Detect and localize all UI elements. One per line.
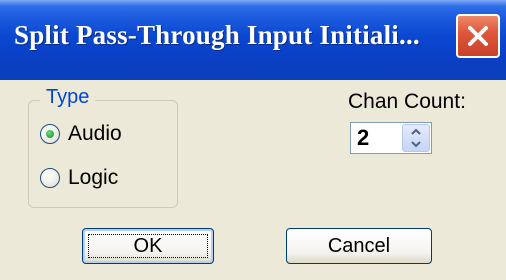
radio-audio-row[interactable]: Audio [40,122,122,146]
chan-count-label: Chan Count: [348,90,466,113]
type-group-title: Type [40,86,96,109]
radio-logic-label: Logic [68,166,119,189]
radio-logic[interactable] [40,168,60,188]
radio-selected-dot [46,130,54,138]
window-title: Split Pass-Through Input Initiali... [14,20,420,50]
close-button[interactable] [456,14,500,58]
radio-logic-row[interactable]: Logic [40,166,118,190]
cancel-button[interactable]: Cancel [286,228,432,264]
spinner-buttons[interactable] [402,124,430,152]
title-bar-highlight [0,0,506,6]
chan-count-value[interactable]: 2 [357,125,369,151]
title-bar[interactable]: Split Pass-Through Input Initiali... [0,0,506,80]
chan-count-spinner[interactable]: 2 [350,122,432,154]
ok-button[interactable]: OK [82,228,214,264]
chevron-down-icon [411,141,421,148]
spinner-down-button[interactable] [403,138,429,151]
spinner-up-button[interactable] [403,125,429,138]
cancel-button-label: Cancel [327,234,391,257]
chevron-up-icon [411,128,421,135]
focus-rectangle [88,234,208,258]
close-icon [468,26,488,46]
radio-audio[interactable] [40,124,60,144]
radio-audio-label: Audio [68,122,122,145]
type-group-box [28,100,178,208]
